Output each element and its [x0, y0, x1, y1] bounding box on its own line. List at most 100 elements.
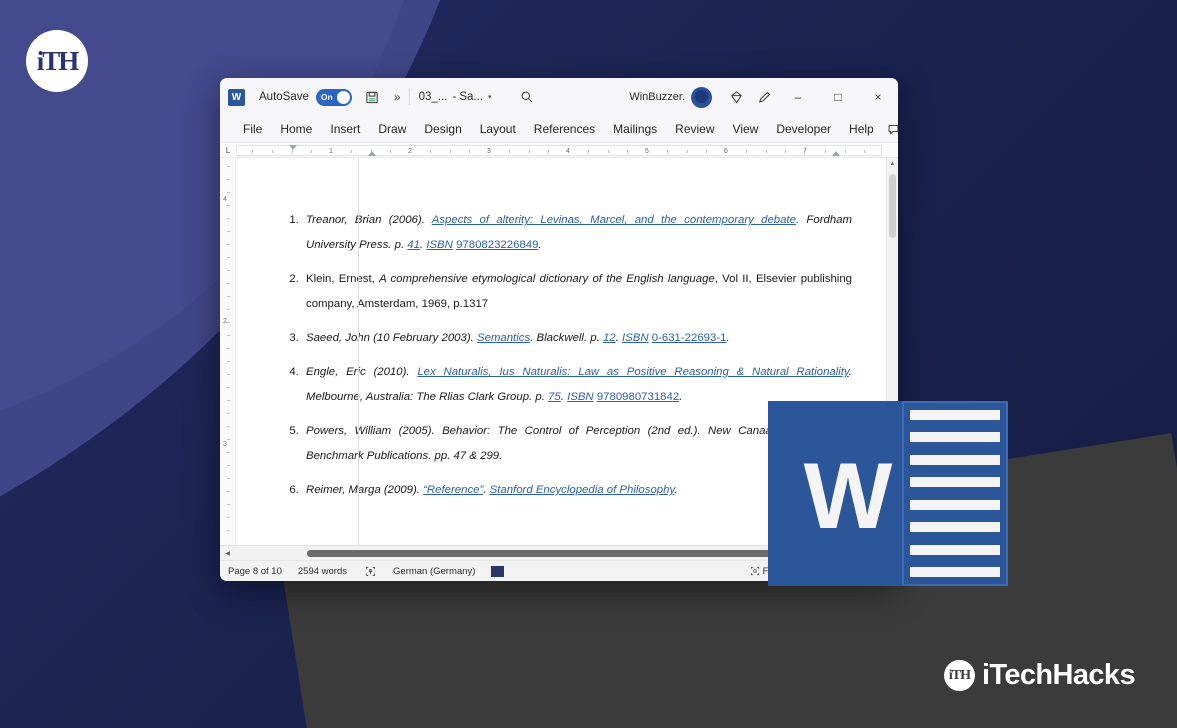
accessibility-checker-icon[interactable]: [363, 564, 377, 578]
status-word-count[interactable]: 2594 words: [298, 566, 347, 577]
tab-design[interactable]: Design: [415, 116, 470, 143]
ruler-tick: [271, 149, 273, 153]
proofing-indicator[interactable]: [491, 565, 505, 577]
scroll-left-icon[interactable]: ◀: [220, 546, 235, 561]
vertical-scrollbar-thumb[interactable]: [889, 174, 896, 238]
vertical-ruler-tick: [227, 205, 230, 206]
ruler-tick: [350, 149, 352, 153]
chevron-down-icon[interactable]: ▾: [488, 93, 492, 101]
maximize-button[interactable]: □: [818, 78, 858, 116]
close-button[interactable]: ×: [858, 78, 898, 116]
first-line-indent-marker[interactable]: [289, 144, 297, 150]
reference-hyperlink[interactable]: ISBN: [567, 391, 594, 403]
ruler-track[interactable]: 1 2 3 4 5 6 7: [236, 144, 882, 156]
ruler-tick: [607, 149, 609, 153]
page-scroll-region[interactable]: Treanor, Brian (2006). Aspects of alteri…: [236, 158, 886, 545]
horizontal-scrollbar[interactable]: ◀: [220, 545, 898, 560]
print-layout-icon[interactable]: [823, 563, 841, 579]
tab-view[interactable]: View: [724, 116, 768, 143]
reference-hyperlink[interactable]: Stanford Encyclopedia of Philosophy: [490, 484, 675, 496]
document-name: 03_...: [418, 91, 448, 103]
reference-hyperlink[interactable]: 41: [407, 239, 420, 251]
ruler-tick: [469, 149, 471, 153]
reference-hyperlink[interactable]: 9780823226849: [456, 239, 538, 251]
zoom-controls[interactable]: – —: [869, 566, 892, 577]
reference-item[interactable]: Reimer, Marga (2009). “Reference”. Stanf…: [302, 478, 852, 503]
reference-hyperlink[interactable]: 12: [603, 332, 616, 344]
reference-list[interactable]: Treanor, Brian (2006). Aspects of alteri…: [288, 208, 852, 503]
comment-icon[interactable]: [883, 120, 898, 139]
ruler-number: 1: [329, 147, 333, 155]
reference-item[interactable]: Powers, William (2005). Behavior: The Co…: [302, 419, 852, 469]
reference-hyperlink[interactable]: ISBN: [426, 239, 453, 251]
vertical-scrollbar[interactable]: ▲: [886, 158, 898, 545]
read-mode-icon[interactable]: [804, 564, 821, 579]
reference-hyperlink[interactable]: 0-631-22693-1: [652, 332, 727, 344]
vertical-ruler-tick: [227, 504, 230, 505]
reference-item[interactable]: Treanor, Brian (2006). Aspects of alteri…: [302, 208, 852, 258]
vertical-ruler[interactable]: 423: [220, 158, 236, 545]
status-page-number[interactable]: Page 8 of 10: [228, 566, 282, 577]
search-icon[interactable]: [520, 90, 534, 104]
reference-item[interactable]: Klein, Ernest, A comprehensive etymologi…: [302, 267, 852, 317]
autosave-toggle[interactable]: On: [315, 88, 352, 106]
screenshot-stage: iTH W AutoSave On » 03_... - Sa... ▾ Win…: [0, 0, 1177, 728]
vertical-ruler-tick: [227, 231, 230, 232]
vertical-ruler-tick: [227, 413, 230, 414]
scroll-up-icon[interactable]: ▲: [887, 158, 898, 170]
tab-help[interactable]: Help: [840, 116, 883, 143]
zoom-out-button[interactable]: –: [869, 566, 875, 577]
hanging-indent-marker[interactable]: [368, 150, 376, 156]
reference-item[interactable]: Engle, Eric (2010). Lex Naturalis, Ius N…: [302, 360, 852, 410]
vertical-ruler-number: 4: [223, 196, 227, 203]
status-language[interactable]: German (Germany): [393, 566, 475, 577]
document-page[interactable]: Treanor, Brian (2006). Aspects of alteri…: [236, 158, 886, 545]
tab-references[interactable]: References: [525, 116, 604, 143]
diamond-icon[interactable]: [722, 82, 750, 112]
vertical-ruler-tick: [227, 491, 230, 492]
zoom-in-button[interactable]: —: [882, 566, 892, 577]
tab-file[interactable]: File: [234, 116, 271, 143]
save-icon[interactable]: [362, 86, 384, 108]
vertical-ruler-tick: [227, 387, 230, 388]
right-indent-marker[interactable]: [832, 150, 840, 156]
reference-hyperlink[interactable]: 75: [548, 391, 561, 403]
ruler-number: 7: [803, 147, 807, 155]
tab-layout[interactable]: Layout: [471, 116, 525, 143]
tab-home[interactable]: Home: [271, 116, 321, 143]
reference-hyperlink[interactable]: “Reference”: [423, 484, 483, 496]
avatar[interactable]: [691, 86, 712, 108]
tab-review[interactable]: Review: [666, 116, 723, 143]
reference-hyperlink[interactable]: ISBN: [622, 332, 649, 344]
reference-hyperlink[interactable]: Aspects of alterity: Levinas, Marcel, an…: [432, 214, 796, 226]
ruler-tick: [686, 149, 688, 153]
reference-hyperlink[interactable]: Semantics: [477, 332, 530, 344]
vertical-ruler-tick: [227, 348, 230, 349]
ruler-tick: [528, 149, 530, 153]
pen-icon[interactable]: [750, 82, 778, 112]
focus-mode-button[interactable]: Focus: [750, 566, 788, 577]
ruler-tab-selector[interactable]: L: [220, 143, 236, 157]
tab-draw[interactable]: Draw: [369, 116, 415, 143]
horizontal-ruler[interactable]: L 1 2 3 4 5 6 7: [220, 143, 898, 158]
vertical-ruler-tick: [227, 244, 230, 245]
web-layout-icon[interactable]: [842, 564, 859, 579]
ruler-number: 6: [724, 147, 728, 155]
horizontal-scrollbar-track[interactable]: [235, 546, 898, 561]
vertical-ruler-tick: [227, 335, 230, 336]
tab-insert[interactable]: Insert: [321, 116, 369, 143]
document-save-state: - Sa...: [452, 91, 484, 103]
vertical-ruler-tick: [227, 426, 230, 427]
document-title[interactable]: 03_... - Sa... ▾: [419, 91, 492, 103]
account-name[interactable]: WinBuzzer.: [629, 91, 685, 103]
minimize-button[interactable]: –: [778, 78, 818, 116]
ruler-tick: [765, 149, 767, 153]
reference-hyperlink[interactable]: Lex Naturalis, Ius Naturalis: Law as Pos…: [417, 366, 848, 378]
reference-item[interactable]: Saeed, John (10 February 2003). Semantic…: [302, 326, 852, 351]
reference-hyperlink[interactable]: 9780980731842: [597, 391, 679, 403]
ribbon-tab-bar: File Home Insert Draw Design Layout Refe…: [220, 116, 898, 143]
quick-access-more-icon[interactable]: »: [394, 90, 401, 104]
horizontal-scrollbar-thumb[interactable]: [307, 549, 895, 557]
tab-mailings[interactable]: Mailings: [604, 116, 666, 143]
tab-developer[interactable]: Developer: [767, 116, 840, 143]
